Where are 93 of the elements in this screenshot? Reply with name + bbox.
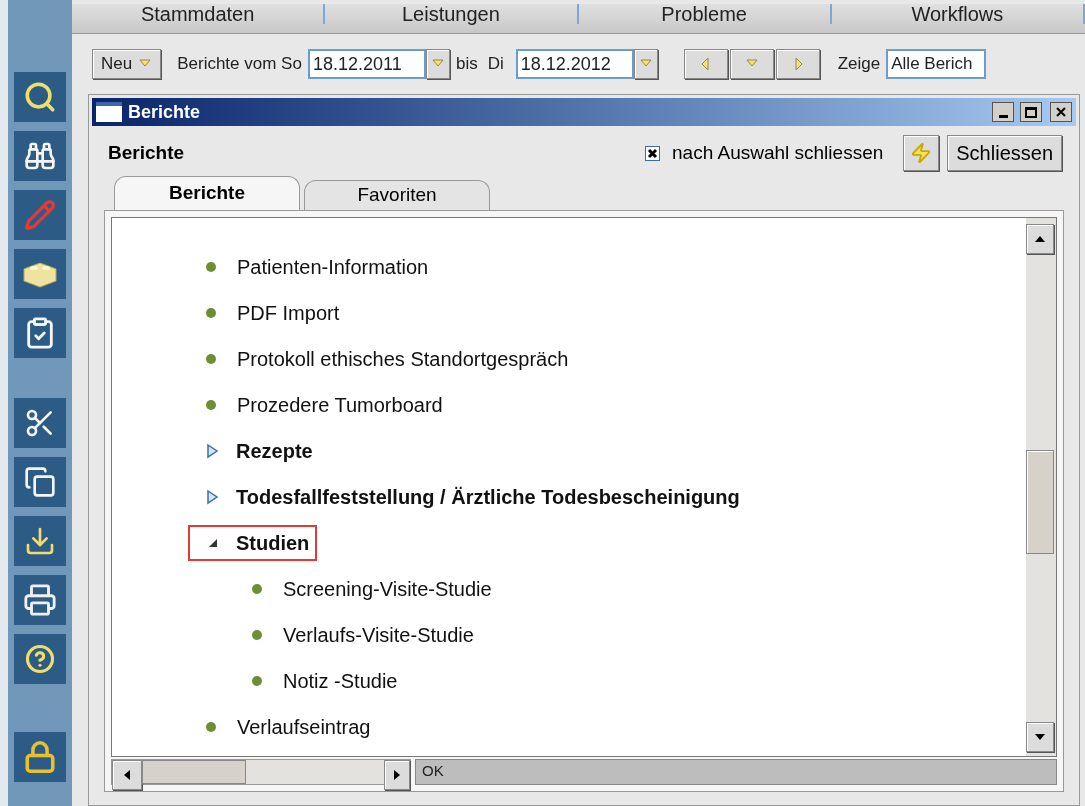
- next-button[interactable]: [775, 49, 820, 79]
- checklist-button[interactable]: [14, 308, 66, 358]
- tree-item[interactable]: Notiz -Studie: [234, 663, 406, 699]
- close-button[interactable]: [1050, 102, 1072, 122]
- minimize-button[interactable]: [992, 102, 1014, 122]
- lock-icon: [23, 740, 57, 774]
- new-button[interactable]: Neu: [92, 49, 162, 79]
- bullet-icon: [252, 630, 262, 640]
- download-button[interactable]: [14, 516, 66, 566]
- bullet-icon: [252, 584, 262, 594]
- lightning-icon: [910, 142, 933, 164]
- search-button[interactable]: [14, 72, 66, 122]
- help-icon: [25, 644, 55, 674]
- tree-item[interactable]: Rezepte: [188, 433, 321, 469]
- close-icon: [1055, 106, 1067, 118]
- help-button[interactable]: [14, 634, 66, 684]
- brick-button[interactable]: [14, 249, 66, 299]
- right-arrow-icon: [393, 769, 401, 781]
- tree-item[interactable]: Studien: [188, 525, 318, 561]
- scroll-down-button[interactable]: [1026, 722, 1054, 752]
- item-label: Protokoll ethisches Standortgespräch: [237, 347, 569, 372]
- status-field: OK: [415, 759, 1057, 785]
- item-label: Studien: [236, 531, 310, 556]
- scroll-thumb[interactable]: [1026, 450, 1054, 554]
- from-date-field[interactable]: 18.12.2011: [307, 49, 426, 79]
- show-label: Zeige: [837, 53, 881, 76]
- bullet-icon: [206, 262, 216, 272]
- scroll-left-button[interactable]: [112, 760, 142, 790]
- binoculars-icon: [24, 140, 56, 172]
- binoculars-button[interactable]: [14, 131, 66, 181]
- bullet-icon: [206, 354, 216, 364]
- scroll-up-button[interactable]: [1026, 224, 1054, 254]
- window-icon: [96, 102, 122, 122]
- from-date-dropdown[interactable]: [425, 49, 450, 79]
- up-arrow-icon: [1034, 235, 1046, 243]
- printer-icon: [23, 583, 57, 617]
- scroll-right-button[interactable]: [384, 760, 410, 790]
- tree-item[interactable]: Patienten-Information: [188, 249, 437, 285]
- item-label: Todesfallfeststellung / Ärztliche Todesbescheinigung: [236, 485, 740, 510]
- expand-triangle-icon[interactable]: [206, 443, 218, 459]
- module-tab[interactable]: Workflows: [831, 4, 1085, 24]
- module-tab[interactable]: Leistungen: [325, 4, 579, 24]
- tree-item[interactable]: PDF Import: [188, 295, 348, 331]
- module-tab[interactable]: Probleme: [578, 4, 832, 24]
- module-tab[interactable]: Stammdaten: [72, 4, 326, 24]
- to-label: bis: [455, 53, 478, 76]
- bullet-icon: [206, 722, 216, 732]
- range-label: Berichte vom So: [177, 53, 302, 76]
- to-day-label: Di: [487, 53, 504, 76]
- to-date-field[interactable]: 18.12.2012: [515, 49, 634, 79]
- download-icon: [24, 525, 56, 557]
- left-arrow-icon: [123, 769, 131, 781]
- down-arrow-icon: [1034, 733, 1046, 741]
- show-field[interactable]: Alle Berich: [886, 49, 987, 79]
- item-label: Verlaufseintrag: [237, 715, 371, 740]
- item-label: Notiz -Studie: [283, 669, 398, 694]
- window-title: Berichte: [128, 100, 202, 124]
- brick-icon: [22, 259, 58, 289]
- quick-action-button[interactable]: [903, 135, 940, 171]
- print-button[interactable]: [14, 575, 66, 625]
- close-after-select-checkbox[interactable]: [645, 145, 661, 161]
- maximize-button[interactable]: [1020, 102, 1042, 122]
- item-label: Prozedere Tumorboard: [237, 393, 443, 418]
- search-icon: [23, 80, 57, 114]
- pencil-icon: [24, 199, 56, 231]
- close-dialog-button[interactable]: Schliessen: [947, 135, 1062, 171]
- tree-item[interactable]: Protokoll ethisches Standortgespräch: [188, 341, 577, 377]
- dialog-tab[interactable]: Berichte: [114, 176, 300, 210]
- item-label: Screening-Visite-Studie: [283, 577, 492, 602]
- scroll-thumb[interactable]: [142, 760, 246, 784]
- tree-item[interactable]: Verlaufseintrag: [188, 709, 379, 745]
- copy-button[interactable]: [14, 457, 66, 507]
- to-date-dropdown[interactable]: [633, 49, 658, 79]
- item-label: PDF Import: [237, 301, 340, 326]
- bullet-icon: [206, 308, 216, 318]
- period-dropdown[interactable]: [729, 49, 774, 79]
- item-label: Verlaufs-Visite-Studie: [283, 623, 474, 648]
- bullet-icon: [206, 400, 216, 410]
- expand-triangle-icon[interactable]: [206, 489, 218, 505]
- dialog-heading: Berichte: [108, 140, 186, 165]
- tree-item[interactable]: Screening-Visite-Studie: [234, 571, 500, 607]
- dialog-tab[interactable]: Favoriten: [304, 180, 490, 210]
- bullet-icon: [252, 676, 262, 686]
- tree-item[interactable]: Todesfallfeststellung / Ärztliche Todesbescheinigung: [188, 479, 748, 515]
- item-label: Rezepte: [236, 439, 313, 464]
- scissors-button[interactable]: [14, 398, 66, 448]
- tree-item[interactable]: Prozedere Tumorboard: [188, 387, 451, 423]
- lock-button[interactable]: [14, 732, 66, 782]
- previous-button[interactable]: [683, 49, 728, 79]
- checkbox-label: nach Auswahl schliessen: [672, 140, 884, 165]
- tree-item[interactable]: Verlaufs-Visite-Studie: [234, 617, 482, 653]
- item-label: Patienten-Information: [237, 255, 429, 280]
- copy-icon: [24, 466, 56, 498]
